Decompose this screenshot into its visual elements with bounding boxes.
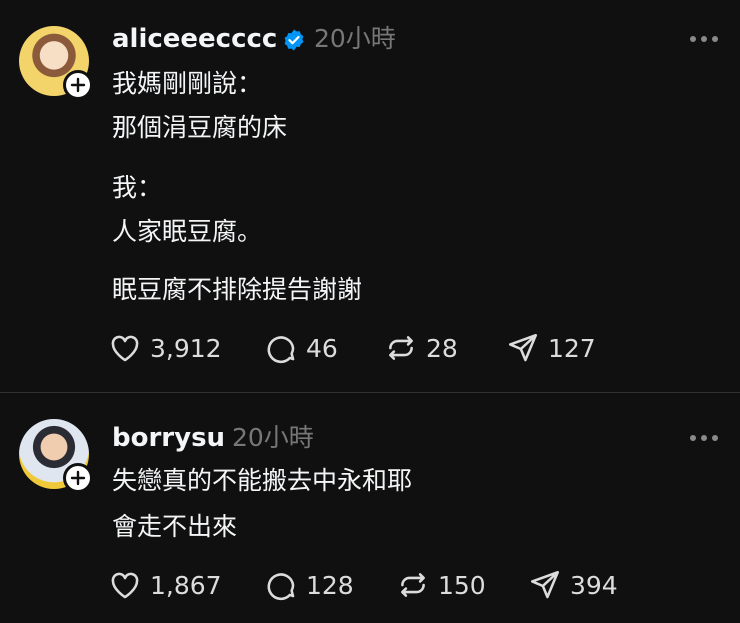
like-button[interactable]: 3,912 <box>108 330 222 366</box>
more-options-button[interactable] <box>690 36 718 44</box>
post-timestamp: 20小時 <box>232 423 314 452</box>
reply-count: 128 <box>306 570 354 600</box>
post-actions: 3,912 46 28 127 <box>108 330 708 366</box>
post-text-line: 我媽剛剛說： <box>112 69 263 98</box>
heart-icon <box>111 572 139 599</box>
post-text-line: 會走不出來 <box>112 512 238 541</box>
heart-icon <box>111 335 139 362</box>
repost-button[interactable]: 28 <box>384 330 458 366</box>
reply-count: 46 <box>306 333 338 363</box>
username[interactable]: borrysu <box>112 423 225 453</box>
post-text-line: 那個涓豆腐的床 <box>112 113 288 142</box>
more-icon <box>690 36 696 42</box>
reply-button[interactable]: 128 <box>264 567 354 603</box>
post-text-line: 人家眠豆腐。 <box>112 217 263 246</box>
comment-icon <box>267 573 295 601</box>
more-icon <box>690 435 696 441</box>
follow-button[interactable] <box>63 70 93 100</box>
comment-icon <box>267 336 295 364</box>
plus-icon <box>70 77 86 93</box>
verified-badge-icon <box>284 29 304 51</box>
repost-count: 150 <box>438 570 486 600</box>
username[interactable]: aliceeecccc <box>112 24 277 54</box>
plus-icon <box>70 470 86 486</box>
post-text-line: 我： <box>112 173 163 202</box>
repost-count: 28 <box>426 333 458 363</box>
avatar-container[interactable] <box>19 26 93 100</box>
like-button[interactable]: 1,867 <box>108 567 222 603</box>
share-count: 127 <box>548 333 596 363</box>
like-count: 3,912 <box>150 333 222 363</box>
share-icon <box>530 570 560 599</box>
avatar-container[interactable] <box>19 419 93 493</box>
like-count: 1,867 <box>150 570 222 600</box>
share-button[interactable]: 394 <box>528 567 618 603</box>
thread-post: aliceeecccc 20小時 我媽剛剛說： 那個涓豆腐的床 我： 人家眠豆腐… <box>0 0 740 392</box>
follow-button[interactable] <box>63 463 93 493</box>
repost-button[interactable]: 150 <box>396 567 486 603</box>
post-text-line: 失戀真的不能搬去中永和耶 <box>112 466 413 495</box>
post-timestamp: 20小時 <box>314 24 396 53</box>
share-count: 394 <box>570 570 618 600</box>
reply-button[interactable]: 46 <box>264 330 338 366</box>
share-icon <box>508 333 538 362</box>
repost-icon <box>389 336 413 360</box>
more-options-button[interactable] <box>690 435 718 443</box>
thread-post: borrysu 20小時 失戀真的不能搬去中永和耶 會走不出來 1,867 12… <box>0 393 740 623</box>
share-button[interactable]: 127 <box>506 330 596 366</box>
repost-icon <box>401 573 425 597</box>
post-text-line: 眠豆腐不排除提告謝謝 <box>112 275 363 304</box>
post-actions: 1,867 128 150 394 <box>108 567 708 603</box>
